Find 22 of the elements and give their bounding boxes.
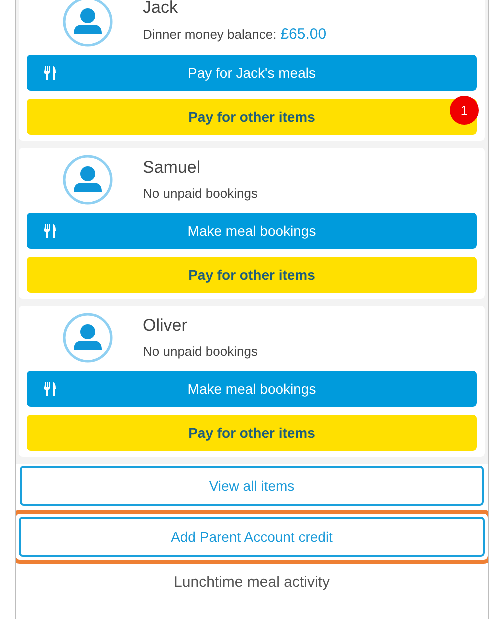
- notification-badge: 1: [450, 96, 479, 125]
- child-name: Oliver: [143, 314, 188, 336]
- person-avatar-icon: [63, 155, 113, 205]
- child-name: Jack: [143, 0, 179, 18]
- cutlery-icon: [43, 224, 57, 238]
- section-title: Lunchtime meal activity: [173, 573, 331, 593]
- meal-button[interactable]: Make meal bookings: [27, 213, 477, 249]
- status-text: Dinner money balance:: [143, 26, 277, 44]
- person-avatar-icon: [63, 313, 113, 363]
- balance-amount: £65.00: [280, 25, 327, 46]
- outline-button[interactable]: Add Parent Account credit: [19, 517, 485, 557]
- child-name: Samuel: [143, 156, 202, 178]
- outline-button[interactable]: View all items: [20, 466, 484, 506]
- cutlery-icon: [43, 382, 57, 396]
- status-text: No unpaid bookings: [143, 184, 258, 203]
- meal-button[interactable]: Make meal bookings: [27, 371, 477, 407]
- pay-other-items-button[interactable]: Pay for other items: [27, 257, 477, 293]
- status-text: No unpaid bookings: [143, 342, 258, 361]
- meal-button[interactable]: Pay for Jack's meals: [27, 55, 477, 91]
- pay-other-items-button[interactable]: Pay for other items: [27, 415, 477, 451]
- cutlery-icon: [43, 66, 57, 80]
- pay-other-items-button[interactable]: Pay for other items 1: [27, 99, 477, 135]
